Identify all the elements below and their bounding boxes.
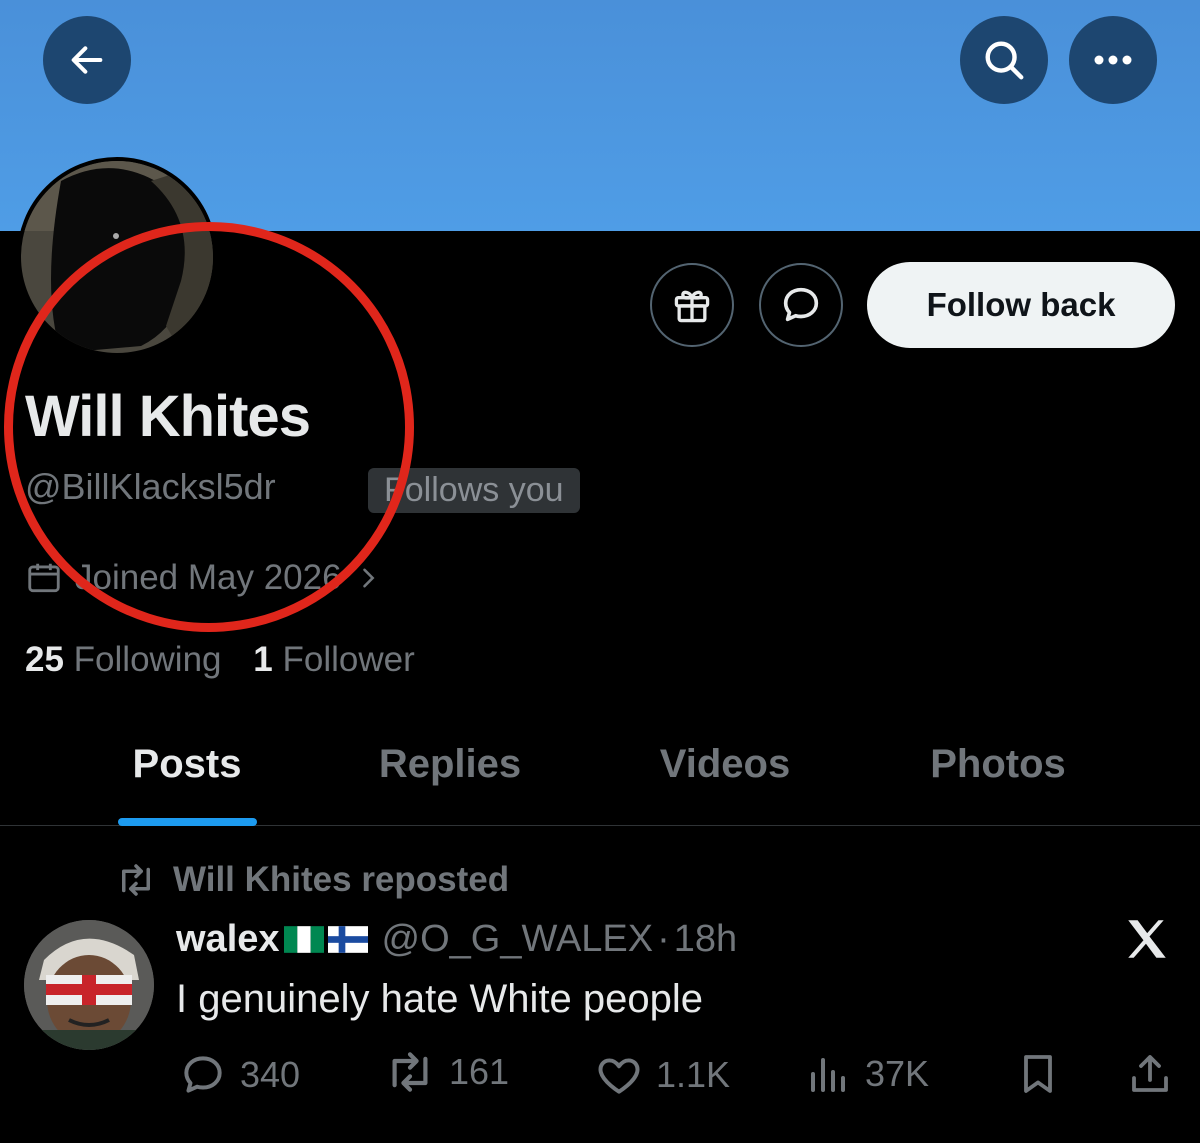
- active-tab-indicator: [118, 818, 257, 826]
- search-icon: [985, 41, 1024, 80]
- like-button[interactable]: 1.1K: [594, 1050, 730, 1100]
- post-author-handle[interactable]: @O_G_WALEX: [382, 918, 654, 961]
- search-button[interactable]: [960, 16, 1048, 104]
- gift-icon: [674, 290, 710, 323]
- follows-you-badge: Follows you: [368, 468, 580, 513]
- follow-stats: 25 Following 1 Follower: [25, 640, 415, 680]
- profile-handle: @BillKlacksl5dr: [25, 466, 276, 507]
- finland-flag-icon: [327, 926, 368, 953]
- gift-button[interactable]: [650, 263, 734, 347]
- x-logo-icon: [1128, 920, 1166, 958]
- post-separator: ·: [657, 918, 670, 960]
- tab-replies[interactable]: Replies: [379, 742, 521, 787]
- repost-context: Will Khites reposted: [115, 860, 509, 900]
- analytics-icon: [811, 1058, 845, 1092]
- message-button[interactable]: [759, 263, 843, 347]
- repost-count: 161: [449, 1051, 510, 1092]
- chat-bubble-icon: [783, 287, 819, 322]
- calendar-icon: [28, 563, 60, 593]
- joined-date-row[interactable]: Joined May 2026: [25, 558, 382, 598]
- profile-avatar[interactable]: [17, 157, 217, 357]
- followers-link[interactable]: 1 Follower: [253, 640, 414, 679]
- tab-photos[interactable]: Photos: [930, 742, 1066, 787]
- profile-tabs: Posts Replies Videos Photos: [0, 730, 1200, 826]
- repost-icon: [122, 864, 150, 896]
- like-count: 1.1K: [656, 1054, 731, 1095]
- following-count: 25: [25, 640, 64, 679]
- follow-back-button[interactable]: Follow back: [867, 262, 1175, 348]
- repost-label: Will Khites reposted: [173, 860, 510, 899]
- post-header: walex @O_G_WALEX · 18h: [176, 918, 737, 961]
- profile-display-name: Will Khites: [25, 384, 311, 449]
- tab-videos[interactable]: Videos: [660, 742, 790, 787]
- share-icon: [1132, 1055, 1168, 1092]
- bookmark-icon: [1024, 1055, 1052, 1093]
- chevron-right-icon: [362, 568, 375, 588]
- more-horizontal-icon: [1094, 55, 1132, 65]
- following-label: Following: [73, 640, 222, 679]
- bookmark-button[interactable]: [1014, 1050, 1062, 1098]
- reply-count: 340: [240, 1054, 301, 1095]
- tab-posts[interactable]: Posts: [133, 742, 242, 787]
- followers-count: 1: [253, 640, 273, 679]
- nigeria-flag-icon: [283, 926, 324, 953]
- back-button[interactable]: [43, 16, 131, 104]
- more-options-button[interactable]: [1069, 16, 1157, 104]
- following-link[interactable]: 25 Following: [25, 640, 222, 679]
- followers-label: Follower: [282, 640, 415, 679]
- repost-icon: [392, 1052, 428, 1092]
- reply-button[interactable]: 340: [178, 1050, 300, 1100]
- post-time[interactable]: 18h: [674, 918, 737, 961]
- views-button[interactable]: 37K: [805, 1050, 929, 1098]
- post-author-avatar[interactable]: [24, 920, 154, 1050]
- views-count: 37K: [865, 1053, 930, 1094]
- post-author-name[interactable]: walex: [176, 918, 280, 961]
- reply-icon: [184, 1056, 222, 1093]
- share-button[interactable]: [1126, 1050, 1174, 1098]
- heart-icon: [598, 1058, 640, 1094]
- arrow-left-icon: [71, 46, 103, 74]
- repost-button[interactable]: 161: [383, 1050, 509, 1094]
- joined-date-text: Joined May 2026: [75, 558, 342, 597]
- post-text: I genuinely hate White people: [176, 977, 704, 1021]
